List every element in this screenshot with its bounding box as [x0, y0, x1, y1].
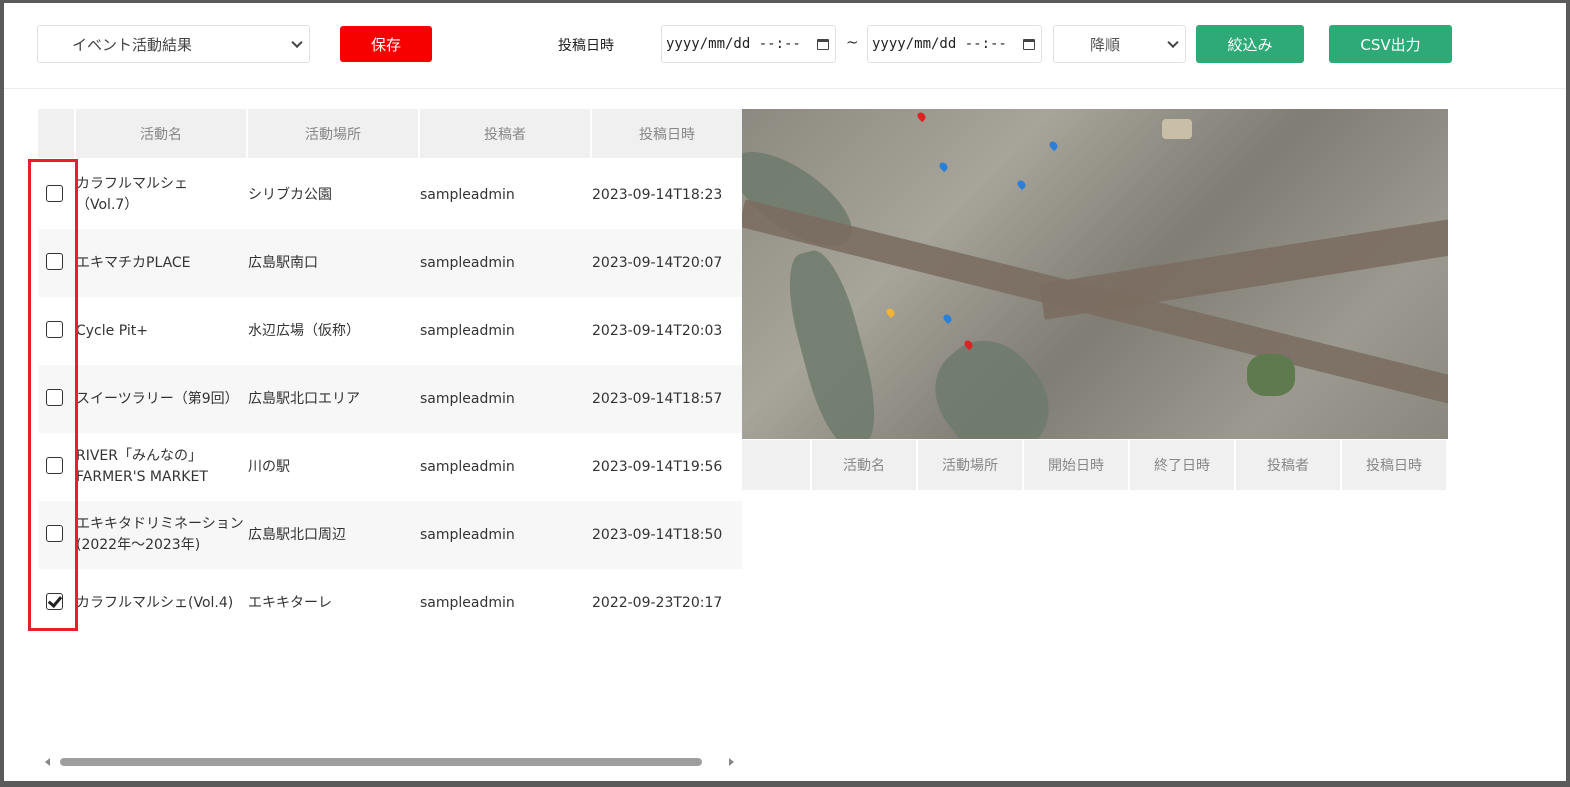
filter-button[interactable]: 絞込み — [1196, 25, 1304, 63]
detail-header-place: 活動場所 — [918, 440, 1022, 490]
cell-place: 広島駅北口周辺 — [248, 526, 346, 543]
horizontal-scrollbar[interactable] — [40, 755, 740, 769]
cell-poster: sampleadmin — [420, 186, 515, 203]
cell-activity-name: RIVER「みんなの」 FARMER'S MARKET — [76, 433, 248, 501]
post-date-label: 投稿日時 — [558, 38, 614, 54]
scroll-left-icon[interactable] — [45, 758, 50, 766]
cell-poster: sampleadmin — [420, 322, 515, 339]
date-from-placeholder: yyyy/mm/dd --:-- — [666, 36, 801, 52]
cell-activity-name: スイーツラリー（第9回） — [76, 365, 248, 433]
river-area — [777, 244, 887, 439]
table-row[interactable]: カラフルマルシェ(Vol.4) エキキターレ sampleadmin 2022-09-… — [38, 569, 742, 637]
csv-export-button[interactable]: CSV出力 — [1329, 25, 1452, 63]
map-pin-icon[interactable] — [915, 110, 928, 123]
table-row[interactable]: エキマチカPLACE 広島駅南口 sampleadmin 2023-09-14T20:… — [38, 229, 742, 297]
activity-name-line1: エキマチカPLACE — [76, 254, 191, 271]
cell-poster: sampleadmin — [420, 390, 515, 407]
cell-post-date: 2023-09-14T20:03 — [592, 322, 723, 339]
cell-activity-name: エキマチカPLACE — [76, 229, 248, 297]
cell-activity-name: Cycle Pit+ — [76, 297, 248, 365]
cell-poster: sampleadmin — [420, 458, 515, 475]
table-row[interactable]: Cycle Pit+ 水辺広場（仮称） sampleadmin 2023-09-14T… — [38, 297, 742, 365]
detail-header-end: 終了日時 — [1130, 440, 1234, 490]
cell-post-date: 2023-09-14T18:23 — [592, 186, 723, 203]
column-header-name: 活動名 — [76, 109, 246, 158]
cell-place: 広島駅南口 — [248, 254, 318, 271]
activity-name-line1: カラフルマルシェ — [76, 176, 188, 192]
chevron-down-icon — [291, 36, 303, 49]
column-header-poster: 投稿者 — [420, 109, 590, 158]
detail-checkbox-header — [742, 440, 810, 490]
calendar-icon[interactable] — [817, 39, 829, 50]
map-pin-icon[interactable] — [884, 306, 897, 319]
activity-name-line2: （Vol.7） — [76, 197, 139, 213]
activity-name-line1: RIVER「みんなの」 — [76, 448, 203, 464]
activity-name-line2: (2022年～2023年) — [76, 537, 201, 553]
detail-header-start: 開始日時 — [1024, 440, 1128, 490]
activity-name-line1: スイーツラリー（第9回） — [76, 390, 239, 407]
checkbox-column-header — [38, 109, 74, 158]
cell-post-date: 2023-09-14T18:57 — [592, 390, 723, 407]
column-header-date: 投稿日時 — [592, 109, 742, 158]
activity-name-line2: FARMER'S MARKET — [76, 469, 208, 485]
cell-activity-name: カラフルマルシェ(Vol.4) — [76, 569, 248, 637]
map-pin-icon[interactable] — [1047, 139, 1060, 152]
cell-place: 川の駅 — [248, 458, 290, 475]
aerial-map[interactable] — [742, 109, 1448, 439]
cell-activity-name: エキキタドリミネーション (2022年～2023年) — [76, 501, 248, 569]
date-to-placeholder: yyyy/mm/dd --:-- — [872, 36, 1007, 52]
cell-post-date: 2023-09-14T19:56 — [592, 458, 723, 475]
date-from-input[interactable]: yyyy/mm/dd --:-- — [661, 25, 836, 63]
detail-header-date: 投稿日時 — [1342, 440, 1446, 490]
sort-order-value: 降順 — [1090, 35, 1121, 54]
cell-post-date: 2023-09-14T18:50 — [592, 526, 723, 543]
range-separator: ~ — [846, 33, 859, 51]
scrollbar-thumb[interactable] — [60, 758, 702, 766]
sort-order-select[interactable]: 降順 — [1053, 25, 1186, 63]
column-header-place: 活動場所 — [248, 109, 418, 158]
scroll-right-icon[interactable] — [729, 758, 734, 766]
stadium-area — [1247, 354, 1295, 396]
cell-post-date: 2022-09-23T20:17 — [592, 594, 723, 611]
app-frame: イベント活動結果 保存 投稿日時 yyyy/mm/dd --:-- ~ yyyy… — [0, 0, 1570, 787]
cell-poster: sampleadmin — [420, 254, 515, 271]
table-row[interactable]: カラフルマルシェ （Vol.7） シリブカ公園 sampleadmin 2023-09-… — [38, 161, 742, 229]
cell-post-date: 2023-09-14T20:07 — [592, 254, 723, 271]
map-pin-icon[interactable] — [1015, 178, 1028, 191]
table-row[interactable]: エキキタドリミネーション (2022年～2023年) 広島駅北口周辺 samplead… — [38, 501, 742, 569]
data-type-select-value: イベント活動結果 — [72, 35, 193, 54]
cell-place: 水辺広場（仮称） — [248, 322, 360, 339]
map-pin-icon[interactable] — [937, 160, 950, 173]
map-pin-icon[interactable] — [941, 312, 954, 325]
detail-header-name: 活動名 — [812, 440, 916, 490]
cell-place: シリブカ公園 — [248, 186, 332, 203]
field-area — [1162, 119, 1192, 139]
cell-place: 広島駅北口エリア — [248, 390, 360, 407]
save-button[interactable]: 保存 — [340, 26, 432, 62]
checkbox-highlight-box — [28, 159, 78, 631]
data-type-select[interactable]: イベント活動結果 — [37, 25, 310, 63]
river-area — [915, 320, 1069, 439]
detail-header-poster: 投稿者 — [1236, 440, 1340, 490]
cell-activity-name: カラフルマルシェ （Vol.7） — [76, 161, 248, 229]
chevron-down-icon — [1167, 36, 1179, 49]
cell-poster: sampleadmin — [420, 526, 515, 543]
table-row[interactable]: スイーツラリー（第9回） 広島駅北口エリア sampleadmin 2023-09-1… — [38, 365, 742, 433]
date-to-input[interactable]: yyyy/mm/dd --:-- — [867, 25, 1042, 63]
calendar-icon[interactable] — [1023, 39, 1035, 50]
activity-name-line1: エキキタドリミネーション — [76, 516, 244, 532]
cell-place: エキキターレ — [248, 594, 332, 611]
cell-poster: sampleadmin — [420, 594, 515, 611]
activity-name-line1: カラフルマルシェ(Vol.4) — [76, 594, 234, 611]
table-row[interactable]: RIVER「みんなの」 FARMER'S MARKET 川の駅 sampleadmin… — [38, 433, 742, 501]
railway-tracks — [1039, 218, 1448, 320]
activity-name-line1: Cycle Pit+ — [76, 322, 148, 339]
toolbar: イベント活動結果 保存 投稿日時 yyyy/mm/dd --:-- ~ yyyy… — [4, 3, 1566, 89]
